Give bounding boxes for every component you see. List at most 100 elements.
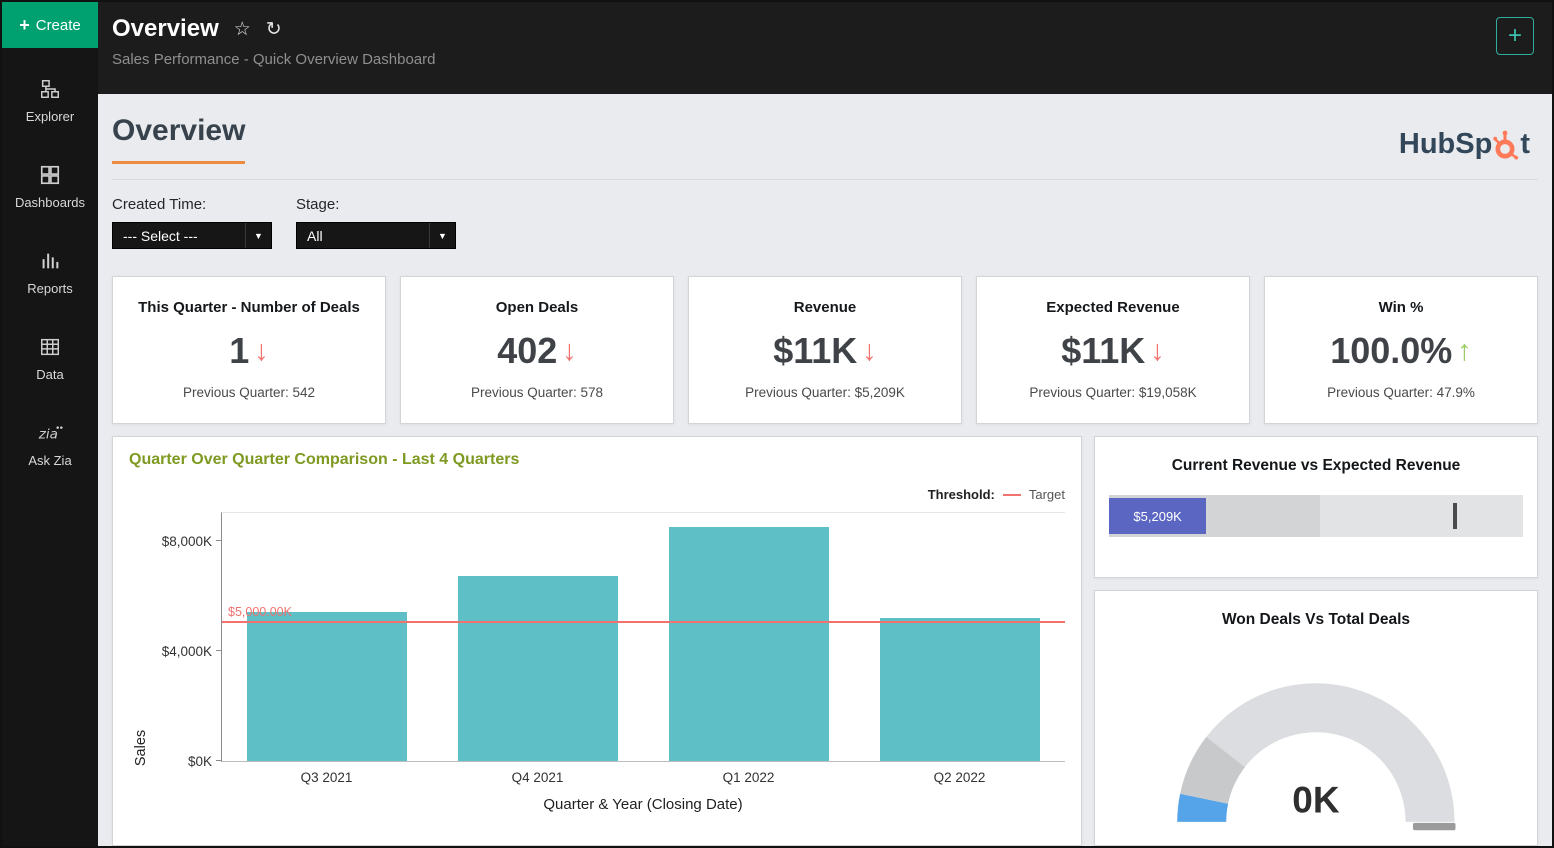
x-axis-labels: Q3 2021 Q4 2021 Q1 2022 Q2 2022 — [221, 770, 1065, 785]
trend-down-arrow-icon: ↓ — [1150, 337, 1165, 366]
y-tick-mark — [216, 540, 222, 541]
active-tab-underline — [112, 161, 245, 164]
kpi-title: This Quarter - Number of Deals — [113, 299, 385, 316]
kpi-value-row: $11K↓ — [689, 330, 961, 372]
kpi-previous-value: Previous Quarter: 578 — [401, 385, 673, 400]
plot-area: $5,000.00K $0K$4,000K$8,000K — [221, 512, 1065, 762]
data-icon — [39, 336, 61, 358]
sidebar-item-explorer[interactable]: Explorer — [2, 78, 98, 124]
kpi-row: This Quarter - Number of Deals1↓Previous… — [112, 276, 1538, 424]
kpi-title: Open Deals — [401, 299, 673, 316]
chevron-down-icon: ▼ — [429, 223, 455, 248]
bullet-range-2 — [1320, 495, 1523, 537]
trend-down-arrow-icon: ↓ — [862, 337, 877, 366]
kpi-value: 100.0% — [1330, 330, 1452, 372]
filter-dropdown-stage[interactable]: All ▼ — [296, 222, 456, 249]
sidebar: + Create Explorer Dashboards Reports Data zi… — [2, 2, 98, 846]
filter-dropdown-created-time[interactable]: --- Select --- ▼ — [112, 222, 272, 249]
create-button[interactable]: + Create — [2, 2, 98, 48]
sidebar-item-label: Data — [36, 367, 63, 382]
y-tick-label: $0K — [132, 754, 212, 769]
threshold-line: $5,000.00K — [222, 621, 1065, 623]
bullet-chart-title: Current Revenue vs Expected Revenue — [1109, 457, 1523, 475]
bar-q2-2022[interactable] — [880, 618, 1040, 761]
sidebar-item-reports[interactable]: Reports — [2, 250, 98, 296]
x-axis-label-q2-2022: Q2 2022 — [879, 770, 1039, 785]
kpi-previous-value: Previous Quarter: 47.9% — [1265, 385, 1537, 400]
x-axis-label-q1-2022: Q1 2022 — [668, 770, 828, 785]
kpi-value-row: 100.0%↑ — [1265, 330, 1537, 372]
kpi-value-row: 1↓ — [113, 330, 385, 372]
bar-chart-title: Quarter Over Quarter Comparison - Last 4… — [129, 451, 1065, 469]
kpi-card-open-deals: Open Deals 402↓ Previous Quarter: 578 — [400, 276, 674, 424]
kpi-title: Win % — [1265, 299, 1537, 316]
hubspot-logo: HubSp t — [1399, 128, 1530, 161]
ask-zia-icon: zia — [37, 422, 64, 444]
app-root: + Create Explorer Dashboards Reports Data zi… — [0, 0, 1554, 848]
kpi-card-expected-revenue: Expected Revenue$11K↓Previous Quarter: $… — [976, 276, 1250, 424]
reports-icon — [39, 250, 61, 272]
sidebar-item-label: Ask Zia — [28, 453, 71, 468]
x-axis-label-q4-2021: Q4 2021 — [457, 770, 617, 785]
bar-q3-2021[interactable] — [247, 612, 407, 761]
y-tick-mark — [216, 760, 222, 761]
dropdown-selected-value: --- Select --- — [123, 228, 198, 244]
hubspot-sprocket-icon — [1493, 130, 1519, 160]
sidebar-item-data[interactable]: Data — [2, 336, 98, 382]
kpi-previous-value: Previous Quarter: $19,058K — [977, 385, 1249, 400]
chevron-down-icon: ▼ — [245, 223, 271, 248]
sidebar-item-dashboards[interactable]: Dashboards — [2, 164, 98, 210]
kpi-previous-value: Previous Quarter: 542 — [113, 385, 385, 400]
trend-down-arrow-icon: ↓ — [254, 337, 269, 366]
filter-label: Stage: — [296, 196, 456, 213]
bar-q1-2022[interactable] — [669, 527, 829, 761]
filter-stage: Stage: All ▼ — [296, 196, 456, 268]
page-title: Overview — [112, 114, 245, 148]
gauge-chart[interactable]: 0K — [1109, 637, 1523, 833]
kpi-card-win: Win % 100.0%↑ Previous Quarter: 47.9% — [1264, 276, 1538, 424]
kpi-card-revenue: Revenue $11K↓ Previous Quarter: $5,209K — [688, 276, 962, 424]
gauge-chart-title: Won Deals Vs Total Deals — [1109, 611, 1523, 629]
gauge-marker — [1413, 823, 1456, 830]
legend-threshold-label: Threshold: — [928, 487, 995, 502]
x-axis-label-q3-2021: Q3 2021 — [246, 770, 406, 785]
filter-bar: Created Time:--- Select ---▼Stage:All▼ — [112, 180, 1538, 268]
dashboard-subtitle: Sales Performance - Quick Overview Dashb… — [112, 51, 435, 68]
bullet-measure-bar: $5,209K — [1109, 498, 1206, 534]
kpi-value: $11K — [1061, 330, 1145, 372]
gauge-chart-card: Won Deals Vs Total Deals 0K — [1094, 590, 1538, 846]
kpi-previous-value: Previous Quarter: $5,209K — [689, 385, 961, 400]
bars-container — [222, 513, 1065, 761]
main-column: Overview ☆ ↻ Sales Performance - Quick O… — [98, 2, 1552, 846]
dashboard-content: Overview HubSp t — [98, 94, 1552, 846]
dropdown-selected-value: All — [307, 228, 323, 244]
kpi-value: 1 — [229, 330, 249, 372]
bar-q4-2021[interactable] — [458, 576, 618, 761]
bar-chart-plot: Sales $5,000.00K $0K$4,000K$8,000K Q3 20… — [129, 512, 1065, 813]
kpi-card-this-quarter-number-of-deals: This Quarter - Number of Deals 1↓ Previous… — [112, 276, 386, 424]
kpi-value-row: 402↓ — [401, 330, 673, 372]
window-title: Overview — [112, 15, 219, 43]
target-legend-line-icon — [1003, 494, 1021, 496]
bar-chart-card: Quarter Over Quarter Comparison - Last 4… — [112, 436, 1082, 846]
refresh-icon[interactable]: ↻ — [266, 20, 282, 39]
create-button-label: Create — [36, 17, 81, 34]
threshold-value-label: $5,000.00K — [228, 605, 292, 619]
top-header-left: Overview ☆ ↻ Sales Performance - Quick O… — [112, 15, 435, 94]
trend-down-arrow-icon: ↓ — [562, 337, 577, 366]
kpi-title: Revenue — [689, 299, 961, 316]
favorite-star-icon[interactable]: ☆ — [234, 20, 251, 39]
add-button[interactable]: + — [1496, 17, 1534, 55]
hubspot-logo-text: HubSp — [1399, 128, 1492, 161]
bullet-chart[interactable]: $5,209K — [1109, 495, 1523, 537]
sidebar-item-label: Explorer — [26, 109, 74, 124]
bar-chart-legend: Threshold: Target — [129, 487, 1065, 502]
sidebar-item-ask-zia[interactable]: zia Ask Zia — [2, 422, 98, 468]
dashboards-icon — [39, 164, 61, 186]
sidebar-item-label: Reports — [27, 281, 73, 296]
x-axis-title: Quarter & Year (Closing Date) — [221, 796, 1065, 813]
bullet-chart-card: Current Revenue vs Expected Revenue $5,2… — [1094, 436, 1538, 578]
top-header: Overview ☆ ↻ Sales Performance - Quick O… — [98, 2, 1552, 94]
kpi-value-row: $11K↓ — [977, 330, 1249, 372]
sidebar-nav: Explorer Dashboards Reports Data zia Ask Zia — [2, 48, 98, 468]
